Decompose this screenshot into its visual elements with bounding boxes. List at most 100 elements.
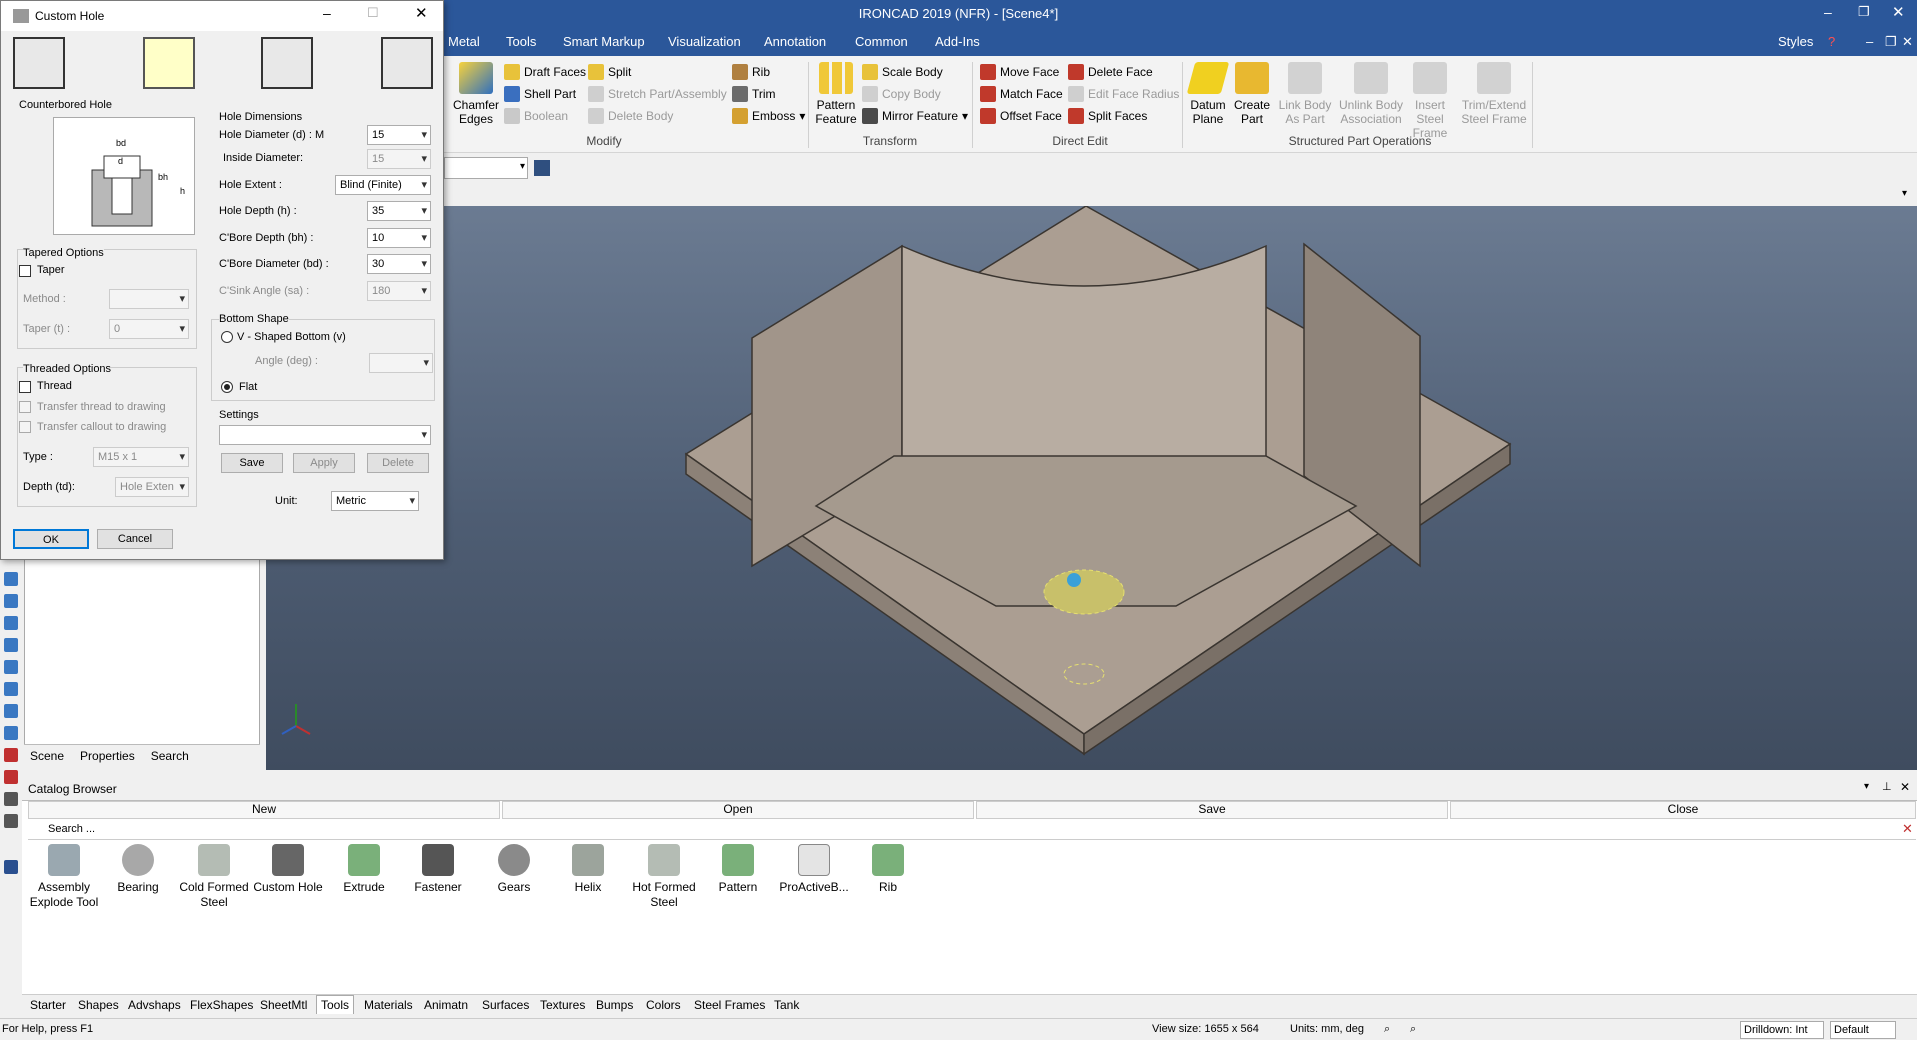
pin-icon[interactable]: ⊥	[1882, 780, 1892, 793]
catalog-item-proactive[interactable]: ProActiveB...	[776, 844, 852, 895]
tab-colors[interactable]: Colors	[646, 998, 681, 1012]
catalog-item-gears[interactable]: Gears	[476, 844, 552, 895]
chamfer-edges-button[interactable]: Chamfer Edges	[448, 62, 504, 126]
default-select[interactable]: Default	[1830, 1021, 1896, 1039]
cancel-button[interactable]: Cancel	[97, 529, 173, 549]
catalog-save-button[interactable]: Save	[976, 801, 1448, 819]
sketch-icon[interactable]	[4, 748, 18, 762]
boolean-button[interactable]: Boolean	[504, 106, 568, 126]
tab-bumps[interactable]: Bumps	[596, 998, 633, 1012]
catalog-item-fastener[interactable]: Fastener	[400, 844, 476, 895]
shell-part-button[interactable]: Shell Part	[504, 84, 576, 104]
stretch-button[interactable]: Stretch Part/Assembly	[588, 84, 727, 104]
pyramid-icon[interactable]	[4, 704, 18, 718]
ok-button[interactable]: OK	[13, 529, 89, 549]
unlink-body-button[interactable]: Unlink Body Association	[1336, 62, 1406, 126]
tab-animatn[interactable]: Animatn	[424, 998, 468, 1012]
rib-button[interactable]: Rib	[732, 62, 770, 82]
3d-viewport[interactable]	[266, 205, 1917, 770]
menu-add-ins[interactable]: Add-Ins	[935, 34, 980, 49]
tree-icon[interactable]	[534, 160, 550, 176]
doc-minimize-icon[interactable]: –	[1866, 34, 1873, 49]
hole-diameter-field[interactable]: 15	[367, 125, 431, 145]
flat-radio[interactable]	[221, 381, 233, 393]
move-face-button[interactable]: Move Face	[980, 62, 1059, 82]
trim-button[interactable]: Trim	[732, 84, 776, 104]
menu-metal[interactable]: Metal	[448, 34, 480, 49]
zoom-window-icon[interactable]: ⌕	[1410, 1023, 1416, 1036]
dimension-icon[interactable]	[4, 860, 18, 874]
tab-properties[interactable]: Properties	[80, 749, 135, 763]
menu-common[interactable]: Common	[855, 34, 908, 49]
menu-smart-markup[interactable]: Smart Markup	[563, 34, 645, 49]
clear-search-icon[interactable]: ✕	[1902, 821, 1913, 837]
catalog-item-helix[interactable]: Helix	[550, 844, 626, 895]
close-icon[interactable]: ✕	[1892, 3, 1905, 21]
tab-starter[interactable]: Starter	[30, 998, 66, 1012]
delete-face-button[interactable]: Delete Face	[1068, 62, 1153, 82]
tab-surfaces[interactable]: Surfaces	[482, 998, 529, 1012]
offset-face-button[interactable]: Offset Face	[980, 106, 1062, 126]
maximize-icon[interactable]: ☐	[367, 5, 379, 21]
expand-icon[interactable]: ▾	[1902, 188, 1907, 199]
save-settings-button[interactable]: Save	[221, 453, 283, 473]
delete-settings-button[interactable]: Delete	[367, 453, 429, 473]
catalog-item-cold-formed-steel[interactable]: Cold Formed Steel	[176, 844, 252, 910]
angle-field[interactable]	[369, 353, 433, 373]
draft-faces-button[interactable]: Draft Faces	[504, 62, 586, 82]
counterbored-hole-type-button[interactable]	[143, 37, 195, 89]
styles-menu[interactable]: Styles	[1778, 34, 1813, 49]
wedge-icon[interactable]	[4, 682, 18, 696]
menu-visualization[interactable]: Visualization	[668, 34, 741, 49]
box-icon[interactable]	[4, 572, 18, 586]
tab-scene[interactable]: Scene	[30, 749, 64, 763]
circle-icon[interactable]	[4, 814, 18, 828]
catalog-item-rib[interactable]: Rib	[850, 844, 926, 895]
scale-body-button[interactable]: Scale Body	[862, 62, 943, 82]
trim-extend-button[interactable]: Trim/Extend Steel Frame	[1460, 62, 1528, 126]
unit-select[interactable]: Metric	[331, 491, 419, 511]
catalog-search-bar[interactable]: Search ... ✕	[28, 820, 1916, 840]
vshaped-radio[interactable]	[221, 331, 233, 343]
chevron-down-icon[interactable]: ▾	[1864, 781, 1869, 792]
copy-body-button[interactable]: Copy Body	[862, 84, 941, 104]
tab-shapes[interactable]: Shapes	[78, 998, 119, 1012]
insert-steel-frame-button[interactable]: Insert Steel Frame	[1400, 62, 1460, 140]
menu-annotation[interactable]: Annotation	[764, 34, 826, 49]
settings-select[interactable]	[219, 425, 431, 445]
tab-sheetmtl[interactable]: SheetMtl	[260, 998, 307, 1012]
depth-td-select[interactable]: Hole Exten	[115, 477, 189, 497]
close-icon[interactable]: ✕	[415, 4, 428, 22]
create-part-button[interactable]: Create Part	[1224, 62, 1280, 126]
transfer-thread-checkbox[interactable]	[19, 401, 31, 413]
close-icon[interactable]: ✕	[1900, 780, 1910, 794]
cbore-diameter-field[interactable]: 30	[367, 254, 431, 274]
pattern-feature-button[interactable]: Pattern Feature	[808, 62, 864, 126]
cylinder-icon[interactable]	[4, 594, 18, 608]
line-icon[interactable]	[4, 770, 18, 784]
method-select[interactable]	[109, 289, 189, 309]
taper-checkbox[interactable]	[19, 265, 31, 277]
catalog-item-bearing[interactable]: Bearing	[100, 844, 176, 895]
catalog-item-extrude[interactable]: Extrude	[326, 844, 402, 895]
cbore-csink-hole-type-button[interactable]	[381, 37, 433, 89]
scene-tree[interactable]	[24, 558, 260, 766]
tab-tank[interactable]: Tank	[774, 998, 799, 1012]
tab-advshaps[interactable]: Advshaps	[128, 998, 181, 1012]
thread-checkbox[interactable]	[19, 381, 31, 393]
link-body-button[interactable]: Link Body As Part	[1274, 62, 1336, 126]
catalog-open-button[interactable]: Open	[502, 801, 974, 819]
restore-icon[interactable]: ❐	[1858, 4, 1870, 20]
catalog-search-input[interactable]: Search ...	[48, 823, 95, 835]
zoom-icon[interactable]: ⌕	[1384, 1023, 1390, 1036]
catalog-item-assembly-explode[interactable]: Assembly Explode Tool	[26, 844, 102, 910]
countersink-hole-type-button[interactable]	[261, 37, 313, 89]
doc-close-icon[interactable]: ✕	[1902, 34, 1913, 50]
cone-icon[interactable]	[4, 616, 18, 630]
taper-t-field[interactable]: 0	[109, 319, 189, 339]
tab-flexshapes[interactable]: FlexShapes	[190, 998, 253, 1012]
split-faces-button[interactable]: Split Faces	[1068, 106, 1147, 126]
scene-selector[interactable]: ▾	[444, 157, 528, 179]
tab-search[interactable]: Search	[151, 749, 189, 763]
catalog-item-custom-hole[interactable]: Custom Hole	[250, 844, 326, 895]
